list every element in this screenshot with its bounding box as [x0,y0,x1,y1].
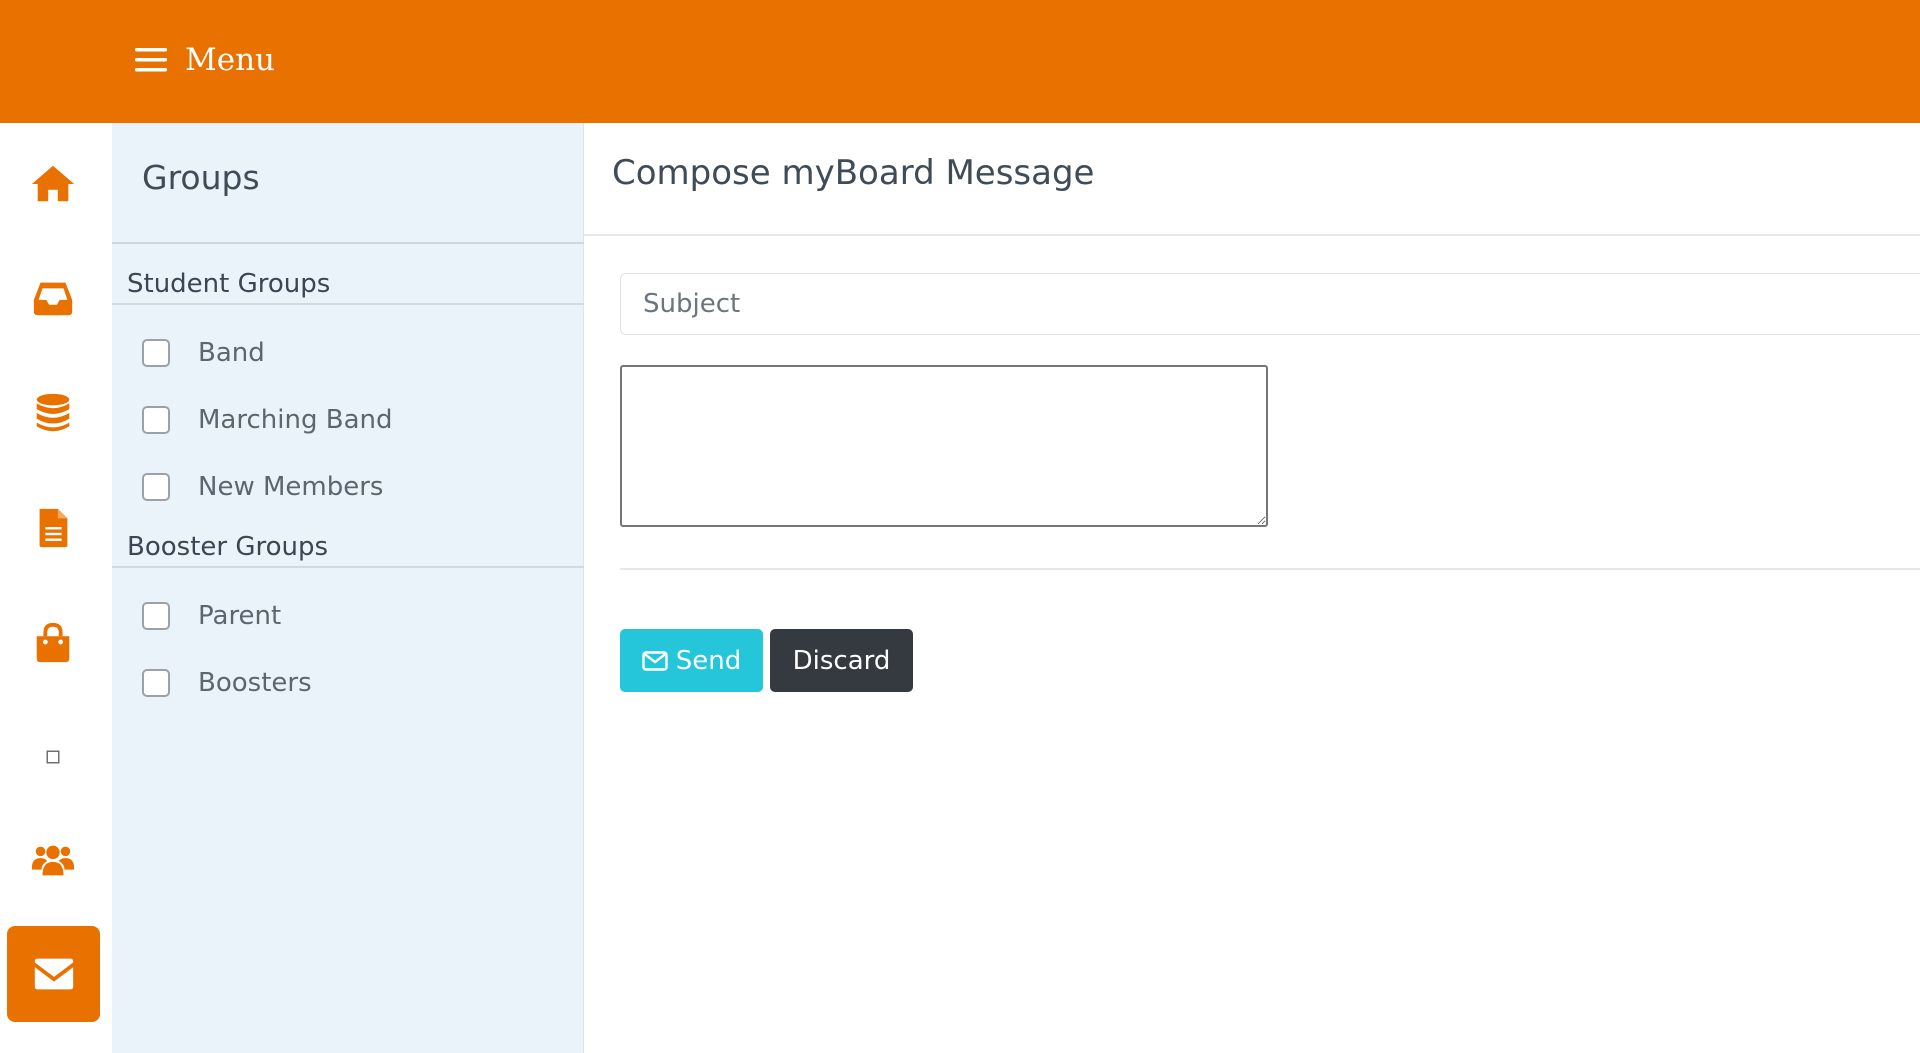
square-icon [46,750,60,764]
envelope-icon [34,958,73,990]
parent-label: Parent [198,601,282,631]
marching-band-checkbox[interactable] [142,406,170,434]
rail-item-home[interactable] [0,144,106,224]
rail-item-groups[interactable] [0,820,106,900]
rail-item-database[interactable] [0,373,106,453]
groups-divider [112,242,584,244]
band-label: Band [198,338,265,368]
parent-checkbox[interactable] [142,602,170,630]
student-groups-heading: Student Groups [127,269,331,299]
home-icon [31,165,75,202]
band-checkbox[interactable] [142,339,170,367]
actions-divider [620,568,1920,570]
boosters-label: Boosters [198,668,312,698]
rail-item-inbox[interactable] [0,258,106,338]
marching-band-label: Marching Band [198,405,393,435]
group-option-parent[interactable]: Parent [142,601,281,631]
booster-groups-heading: Booster Groups [127,532,329,562]
icon-sidebar [0,123,112,1053]
send-button[interactable]: Send [620,629,763,692]
rail-item-messages[interactable] [7,926,100,1022]
subject-input[interactable] [620,273,1920,335]
inbox-icon [33,282,73,316]
boosters-checkbox[interactable] [142,669,170,697]
file-text-icon [39,508,68,548]
new-members-checkbox[interactable] [142,473,170,501]
group-option-boosters[interactable]: Boosters [142,668,312,698]
database-icon [36,393,70,432]
discard-button[interactable]: Discard [770,629,913,692]
rail-item-store[interactable] [0,603,106,683]
shopping-bag-icon [36,622,70,663]
rail-item-placeholder[interactable] [0,717,106,797]
users-icon [31,845,75,876]
new-members-label: New Members [198,472,384,502]
compose-panel: Compose myBoard Message Send Discard [584,123,1920,1053]
message-body-textarea[interactable] [620,365,1268,527]
page-title: Compose myBoard Message [612,153,1095,193]
envelope-outline-icon [642,650,668,671]
booster-groups-divider [112,566,584,568]
groups-panel: Groups Student Groups Band Marching Band… [112,123,584,1053]
discard-label: Discard [792,645,891,676]
title-divider [584,234,1920,236]
menu-label: Menu [185,42,276,78]
student-groups-divider [112,303,584,305]
menu-toggle-button[interactable]: Menu [135,40,275,80]
top-bar: Menu [0,0,1920,123]
hamburger-icon [135,48,167,72]
rail-item-documents[interactable] [0,488,106,568]
groups-title: Groups [142,158,260,197]
group-option-new-members[interactable]: New Members [142,472,383,502]
group-option-band[interactable]: Band [142,338,265,368]
send-label: Send [675,645,742,676]
group-option-marching-band[interactable]: Marching Band [142,405,392,435]
